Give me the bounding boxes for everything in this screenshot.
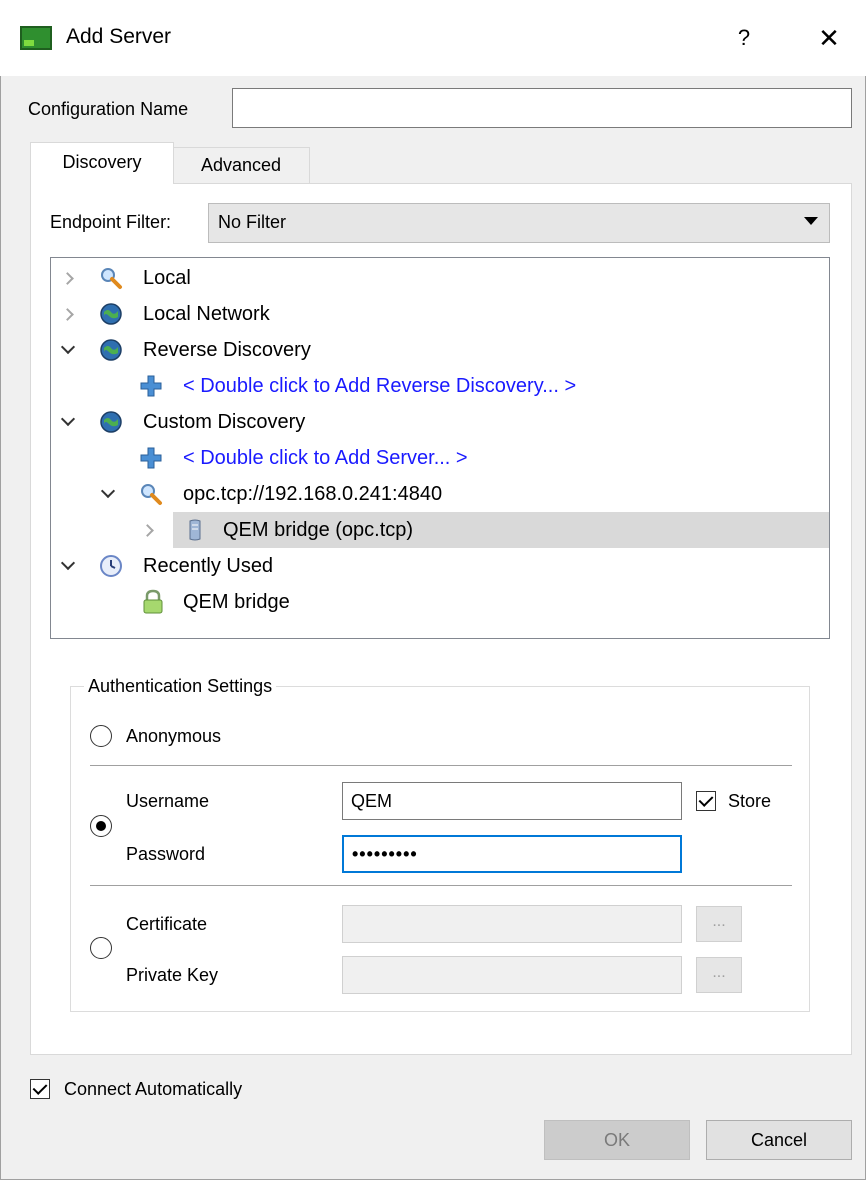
private-key-label: Private Key: [126, 965, 219, 985]
tree-item-local-network[interactable]: Local Network: [51, 296, 829, 332]
divider: [90, 765, 792, 766]
tree-item-recent-qem-bridge[interactable]: QEM bridge: [51, 584, 829, 620]
endpoint-filter-label: Endpoint Filter:: [50, 212, 172, 232]
server-icon: [183, 518, 207, 542]
store-label: Store: [728, 791, 772, 811]
tab-advanced[interactable]: Advanced: [172, 147, 310, 184]
password-input[interactable]: •••••••••: [342, 835, 682, 873]
certificate-browse-button[interactable]: ...: [696, 906, 742, 942]
username-input[interactable]: QEM: [342, 782, 682, 820]
connect-automatically-label: Connect Automatically: [64, 1079, 243, 1099]
collapse-arrow-icon[interactable]: [60, 339, 76, 355]
tree-item-add-reverse-discovery[interactable]: < Double click to Add Reverse Discovery.…: [51, 368, 829, 404]
globe-icon: [99, 410, 123, 434]
dropdown-arrow-icon[interactable]: [804, 217, 818, 225]
endpoint-filter-select[interactable]: [208, 203, 830, 243]
help-button[interactable]: ?: [724, 18, 764, 58]
collapse-arrow-icon[interactable]: [60, 411, 76, 427]
collapse-arrow-icon[interactable]: [100, 483, 116, 499]
private-key-browse-button[interactable]: ...: [696, 957, 742, 993]
ok-button[interactable]: OK: [544, 1120, 690, 1160]
expand-arrow-icon[interactable]: [61, 272, 74, 285]
expand-arrow-icon[interactable]: [61, 308, 74, 321]
anonymous-label: Anonymous: [126, 726, 222, 746]
magnifier-icon: [139, 482, 163, 506]
tree-item-endpoint-url[interactable]: opc.tcp://192.168.0.241:4840: [51, 476, 829, 512]
cancel-button[interactable]: Cancel: [706, 1120, 852, 1160]
certificate-radio[interactable]: [90, 937, 112, 959]
certificate-label: Certificate: [126, 914, 208, 934]
close-button[interactable]: ✕: [808, 18, 850, 58]
configuration-name-label: Configuration Name: [28, 99, 189, 119]
anonymous-radio[interactable]: [90, 725, 112, 747]
clock-icon: [99, 554, 123, 578]
window-title: Add Server: [66, 25, 172, 48]
magnifier-icon: [99, 266, 123, 290]
store-checkbox[interactable]: [696, 791, 716, 811]
authentication-settings-title: Authentication Settings: [84, 676, 277, 697]
plus-icon: [139, 374, 163, 398]
tree-item-recently-used[interactable]: Recently Used: [51, 548, 829, 584]
lock-icon: [141, 589, 165, 614]
tree-item-reverse-discovery[interactable]: Reverse Discovery: [51, 332, 829, 368]
tree-item-custom-discovery[interactable]: Custom Discovery: [51, 404, 829, 440]
tree-item-add-server[interactable]: < Double click to Add Server... >: [51, 440, 829, 476]
plus-icon: [139, 446, 163, 470]
username-password-radio[interactable]: [90, 815, 112, 837]
collapse-arrow-icon[interactable]: [60, 555, 76, 571]
certificate-input[interactable]: [342, 905, 682, 943]
server-tree[interactable]: Local Local Network Reverse Discovery < …: [50, 257, 830, 639]
private-key-input[interactable]: [342, 956, 682, 994]
tree-item-local[interactable]: Local: [51, 260, 829, 296]
tab-discovery[interactable]: Discovery: [30, 142, 174, 184]
tree-item-server-selected[interactable]: QEM bridge (opc.tcp): [173, 512, 829, 548]
expand-arrow-icon[interactable]: [141, 524, 154, 537]
app-icon: [20, 26, 52, 50]
password-label: Password: [126, 844, 206, 864]
divider: [90, 885, 792, 886]
connect-automatically-checkbox[interactable]: [30, 1079, 50, 1099]
configuration-name-input[interactable]: [232, 88, 852, 128]
globe-icon: [99, 338, 123, 362]
username-label: Username: [126, 791, 210, 811]
endpoint-filter-value: No Filter: [218, 212, 287, 232]
globe-icon: [99, 302, 123, 326]
